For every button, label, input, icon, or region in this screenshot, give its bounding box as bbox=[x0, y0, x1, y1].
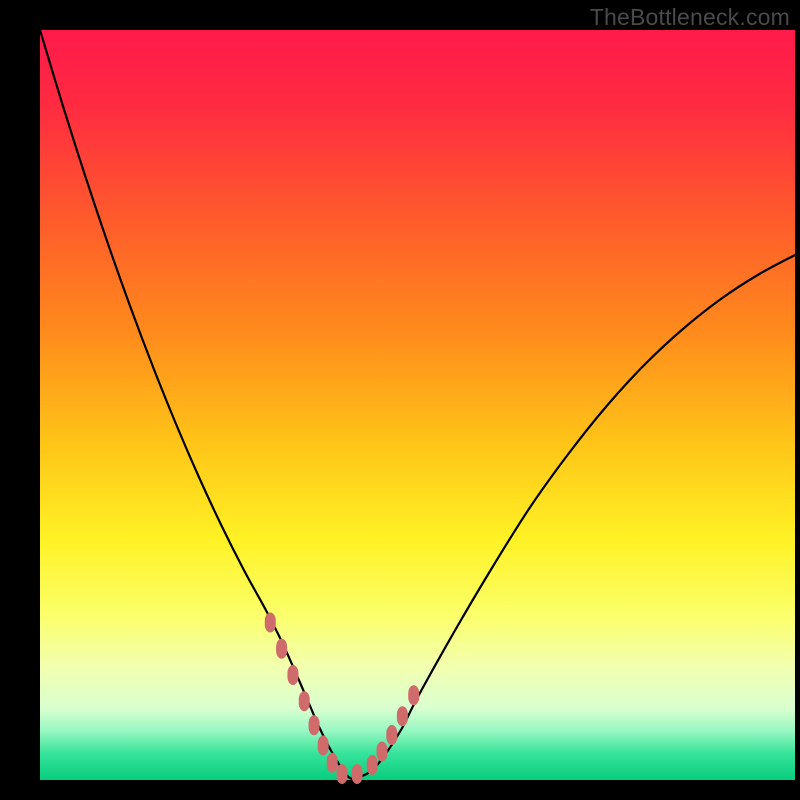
curve-marker bbox=[408, 685, 419, 705]
curve-marker bbox=[309, 715, 320, 735]
curve-marker bbox=[299, 691, 310, 711]
chart-stage: TheBottleneck.com bbox=[0, 0, 800, 800]
plot-background bbox=[40, 30, 795, 780]
bottleneck-chart bbox=[0, 0, 800, 800]
curve-marker bbox=[386, 725, 397, 745]
curve-marker bbox=[397, 706, 408, 726]
curve-marker bbox=[265, 613, 276, 633]
curve-marker bbox=[287, 665, 298, 685]
watermark-text: TheBottleneck.com bbox=[590, 4, 790, 31]
curve-marker bbox=[377, 742, 388, 762]
curve-marker bbox=[367, 755, 378, 775]
curve-marker bbox=[337, 764, 348, 784]
curve-marker bbox=[327, 753, 338, 773]
curve-marker bbox=[276, 639, 287, 659]
curve-marker bbox=[318, 736, 329, 756]
curve-marker bbox=[352, 764, 363, 784]
